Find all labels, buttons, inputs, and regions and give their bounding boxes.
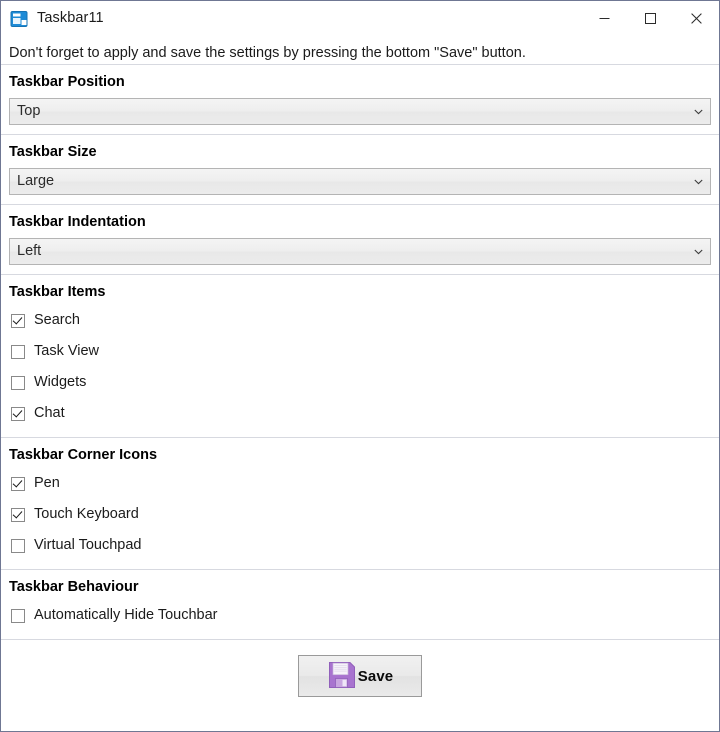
checkbox-label-virtual-touchpad: Virtual Touchpad	[34, 537, 142, 554]
checkbox-widgets[interactable]	[11, 375, 25, 390]
checkbox-row-virtual-touchpad[interactable]: Virtual Touchpad	[1, 530, 719, 561]
minimize-icon	[599, 18, 609, 19]
checkbox-row-touch-keyboard[interactable]: Touch Keyboard	[1, 499, 719, 530]
section-title-indentation: Taskbar Indentation	[9, 214, 146, 230]
checkbox-task-view[interactable]	[11, 344, 25, 359]
window-controls	[581, 1, 719, 36]
checkbox-row-chat[interactable]: Chat	[1, 398, 719, 429]
minimize-button[interactable]	[581, 1, 627, 36]
checkbox-label-task-view: Task View	[34, 343, 100, 360]
taskbar-position-value: Top	[17, 102, 41, 119]
section-title-items: Taskbar Items	[9, 284, 106, 300]
checkbox-label-pen: Pen	[34, 475, 60, 492]
checkbox-search[interactable]	[11, 313, 25, 328]
window-title: Taskbar11	[37, 10, 104, 27]
checkbox-row-auto-hide[interactable]: Automatically Hide Touchbar	[1, 600, 719, 631]
checkbox-label-touch-keyboard: Touch Keyboard	[34, 506, 139, 523]
chevron-down-icon	[694, 99, 703, 124]
maximize-button[interactable]	[627, 1, 673, 36]
section-taskbar-items: Taskbar Items Search Task View Widgets C…	[1, 274, 719, 437]
save-button[interactable]: Save	[298, 655, 422, 697]
checkbox-row-search[interactable]: Search	[1, 305, 719, 336]
checkbox-row-widgets[interactable]: Widgets	[1, 367, 719, 398]
taskbar-indentation-value: Left	[17, 242, 42, 259]
section-taskbar-corner-icons: Taskbar Corner Icons Pen Touch Keyboard …	[1, 437, 719, 569]
checkbox-row-task-view[interactable]: Task View	[1, 336, 719, 367]
chevron-down-icon	[694, 169, 703, 194]
section-title-size: Taskbar Size	[9, 144, 97, 160]
checkbox-chat[interactable]	[11, 406, 25, 421]
taskbar-indentation-dropdown[interactable]: Left	[9, 238, 711, 265]
floppy-disk-icon	[327, 660, 357, 693]
section-taskbar-behaviour: Taskbar Behaviour Automatically Hide Tou…	[1, 569, 719, 639]
app-window: Taskbar11 Don't forget to apply and save	[0, 0, 720, 732]
checkbox-touch-keyboard[interactable]	[11, 507, 25, 522]
section-taskbar-position: Taskbar Position Top	[1, 64, 719, 125]
checkbox-virtual-touchpad[interactable]	[11, 538, 25, 553]
taskbar-position-dropdown[interactable]: Top	[9, 98, 711, 125]
taskbar-app-icon	[10, 10, 28, 28]
checkbox-label-widgets: Widgets	[34, 374, 87, 391]
taskbar-size-value: Large	[17, 172, 55, 189]
save-button-label: Save	[357, 667, 394, 685]
checkbox-label-auto-hide-taskbar: Automatically Hide Touchbar	[34, 607, 218, 624]
checkbox-auto-hide-taskbar[interactable]	[11, 608, 25, 623]
checkbox-pen[interactable]	[11, 476, 25, 491]
info-banner: Don't forget to apply and save the setti…	[9, 45, 526, 61]
close-button[interactable]	[673, 1, 719, 36]
close-icon	[690, 13, 702, 24]
taskbar-items-list: Search Task View Widgets Chat	[1, 301, 719, 437]
section-taskbar-size: Taskbar Size Large	[1, 134, 719, 195]
chevron-down-icon	[694, 239, 703, 264]
section-title-behaviour: Taskbar Behaviour	[9, 579, 139, 595]
checkbox-row-pen[interactable]: Pen	[1, 468, 719, 499]
taskbar-size-dropdown[interactable]: Large	[9, 168, 711, 195]
maximize-icon	[644, 13, 656, 24]
taskbar-corner-icons-list: Pen Touch Keyboard Virtual Touchpad	[1, 464, 719, 569]
section-title-position: Taskbar Position	[9, 74, 125, 90]
taskbar-behaviour-list: Automatically Hide Touchbar	[1, 596, 719, 639]
checkbox-label-chat: Chat	[34, 405, 65, 422]
checkbox-label-search: Search	[34, 312, 80, 329]
section-taskbar-indentation: Taskbar Indentation Left	[1, 204, 719, 265]
title-bar: Taskbar11	[1, 1, 719, 38]
section-title-corner-icons: Taskbar Corner Icons	[9, 447, 158, 463]
footer-bar: Save	[1, 639, 719, 712]
